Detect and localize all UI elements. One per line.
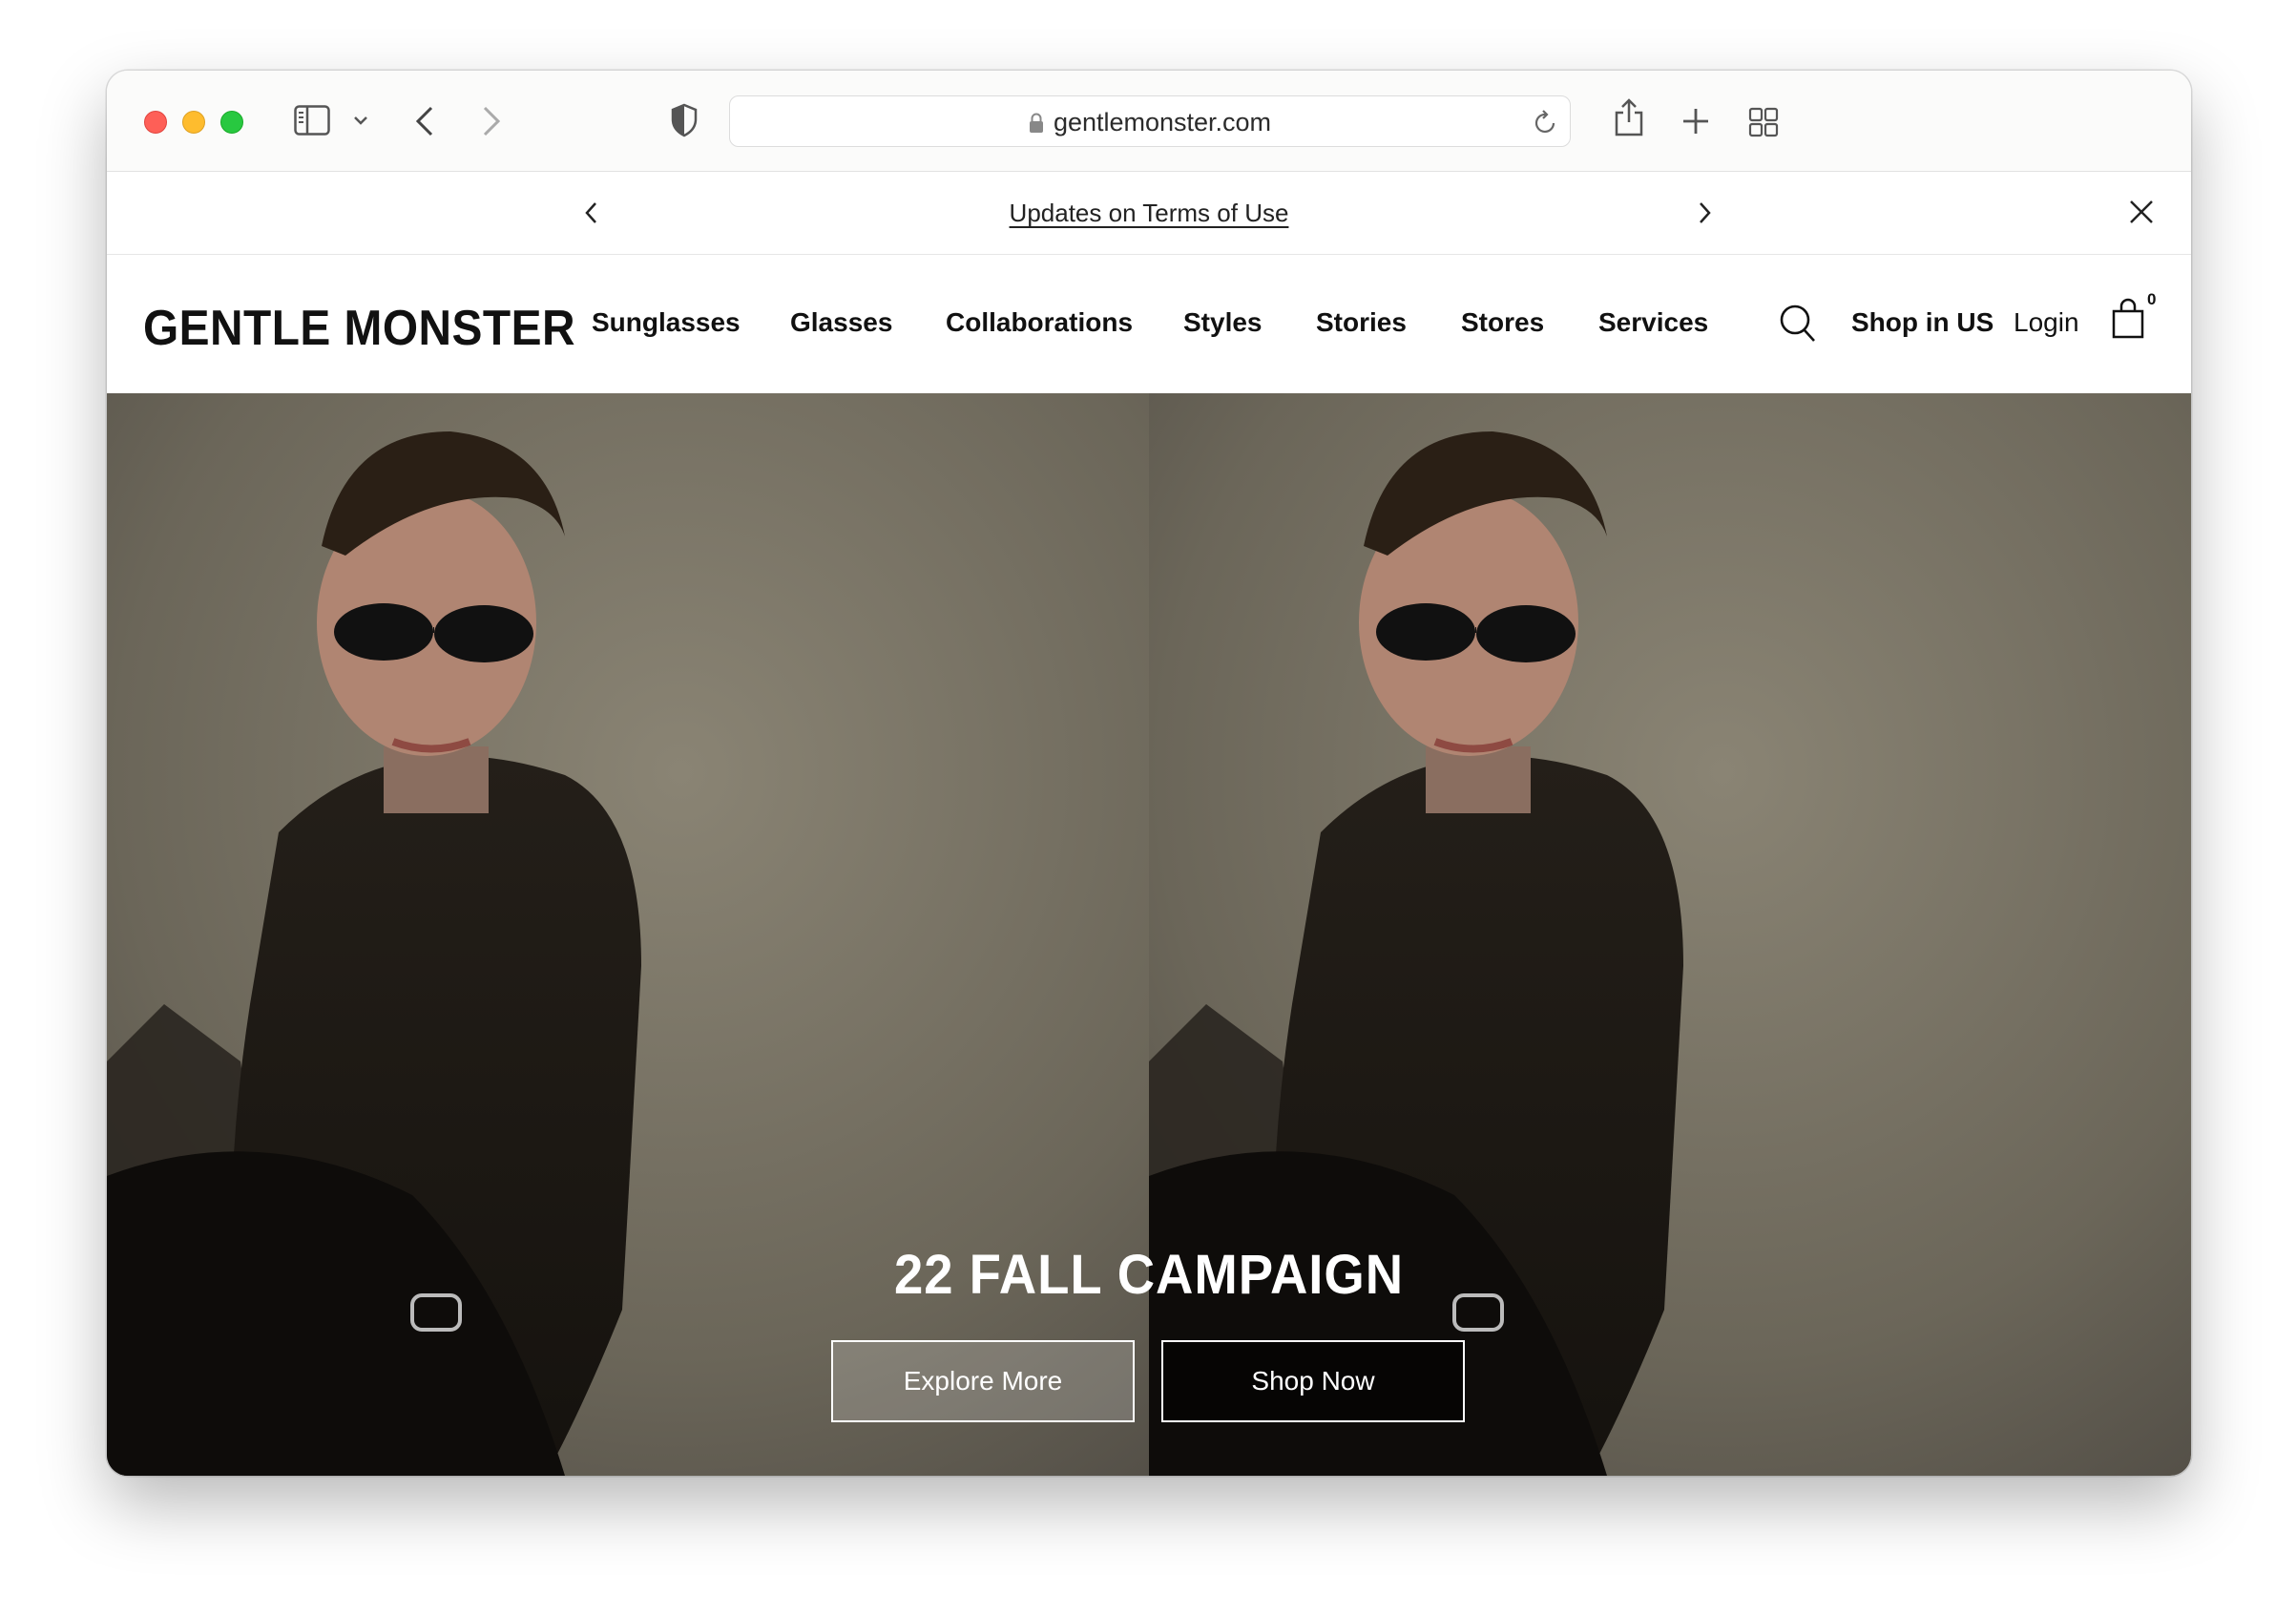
announcement-bar: Updates on Terms of Use	[107, 172, 2191, 255]
url-text: gentlemonster.com	[1053, 108, 1272, 136]
zoom-window-button[interactable]	[220, 111, 243, 134]
shop-region-link[interactable]: Shop in US	[1851, 307, 1993, 338]
hero-image-right	[1149, 393, 2191, 1476]
back-icon[interactable]	[414, 105, 435, 137]
nav-styles[interactable]: Styles	[1183, 307, 1263, 338]
browser-toolbar: gentlemonster.com	[107, 71, 2191, 172]
share-icon[interactable]	[1613, 97, 1645, 137]
minimize-window-button[interactable]	[182, 111, 205, 134]
nav-stories[interactable]: Stories	[1316, 307, 1407, 338]
nav-stores[interactable]: Stores	[1461, 307, 1544, 338]
site-header: GENTLE MONSTER Sunglasses Glasses Collab…	[107, 256, 2191, 393]
lock-icon	[1029, 113, 1043, 133]
announcement-next-icon[interactable]	[1697, 200, 1712, 225]
reload-icon[interactable]	[1534, 109, 1558, 136]
close-icon[interactable]	[2128, 199, 2155, 225]
hero-banner[interactable]: 22 FALL CAMPAIGN Explore More Shop Now	[107, 393, 2191, 1476]
sidebar-icon[interactable]	[294, 105, 330, 136]
nav-sunglasses[interactable]: Sunglasses	[592, 307, 741, 338]
plus-icon[interactable]	[1681, 107, 1710, 136]
shopping-bag-icon[interactable]	[2111, 298, 2145, 340]
chevron-down-icon[interactable]	[353, 115, 368, 126]
login-link[interactable]: Login	[2014, 307, 2079, 338]
site-logo[interactable]: GENTLE MONSTER	[143, 300, 575, 357]
close-window-button[interactable]	[144, 111, 167, 134]
cart-count: 0	[2147, 290, 2157, 308]
shop-now-button[interactable]: Shop Now	[1161, 1340, 1465, 1422]
hero-image-left	[107, 393, 1149, 1476]
explore-more-button[interactable]: Explore More	[831, 1340, 1135, 1422]
forward-icon[interactable]	[481, 105, 502, 137]
search-icon[interactable]	[1779, 304, 1817, 344]
address-bar[interactable]: gentlemonster.com	[729, 95, 1571, 147]
announcement-link[interactable]: Updates on Terms of Use	[107, 172, 2191, 255]
nav-collaborations[interactable]: Collaborations	[946, 307, 1133, 338]
nav-services[interactable]: Services	[1598, 307, 1708, 338]
browser-window: gentlemonster.com Updates on Terms of Us…	[107, 71, 2191, 1476]
hero-title: 22 FALL CAMPAIGN	[893, 1244, 1405, 1306]
nav-glasses[interactable]: Glasses	[790, 307, 892, 338]
shield-icon[interactable]	[670, 103, 699, 137]
tabs-grid-icon[interactable]	[1748, 107, 1779, 137]
